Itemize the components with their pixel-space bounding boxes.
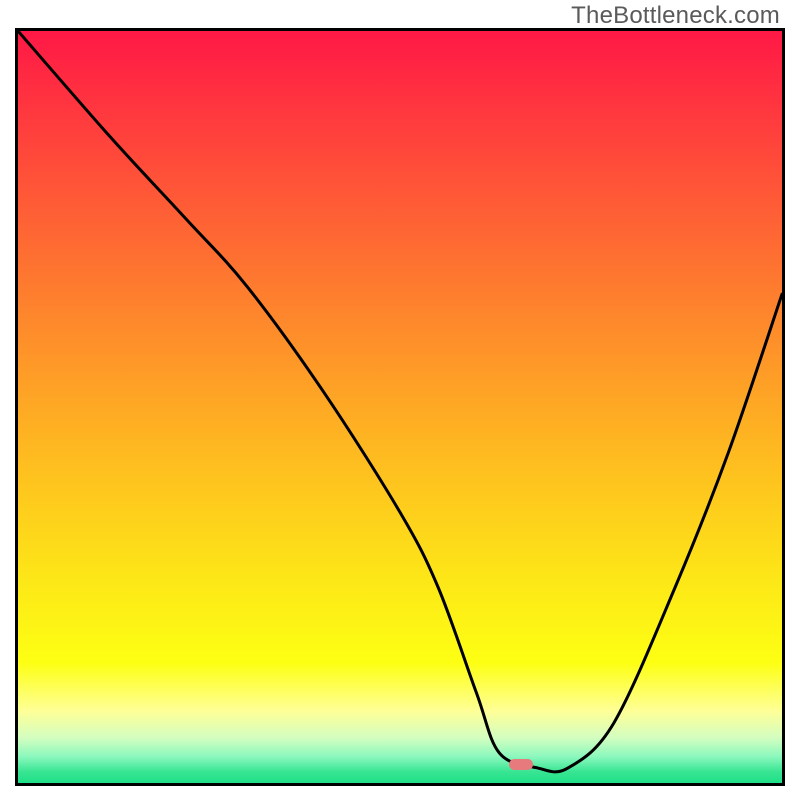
plot-area <box>15 28 785 786</box>
optimal-point-marker <box>509 759 533 770</box>
bottleneck-curve <box>18 31 782 783</box>
watermark-text: TheBottleneck.com <box>571 2 780 30</box>
chart-frame: TheBottleneck.com <box>0 0 800 800</box>
